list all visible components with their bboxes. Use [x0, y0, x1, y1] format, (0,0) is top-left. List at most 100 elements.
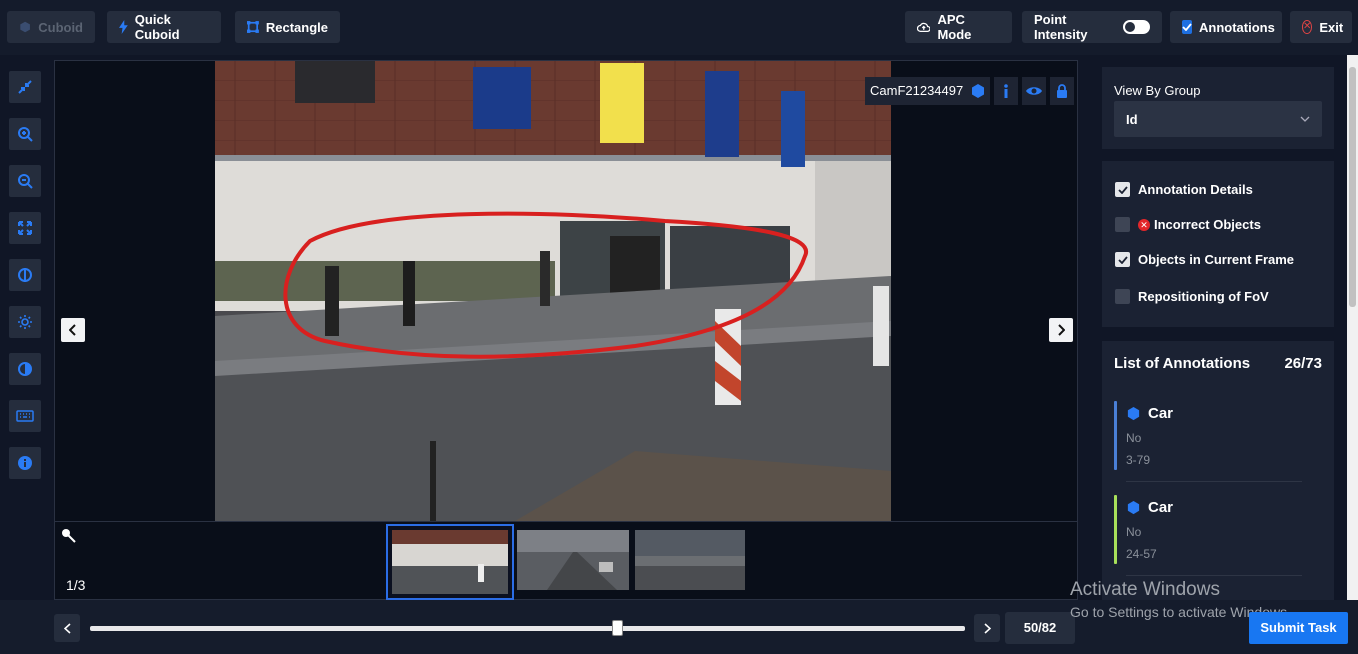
- info-button[interactable]: [9, 447, 41, 479]
- filter-panel: Annotation Details ✕ Incorrect Objects O…: [1102, 161, 1334, 327]
- annotations-toggle-button[interactable]: Annotations: [1170, 11, 1282, 43]
- point-intensity-label: Point Intensity: [1034, 12, 1088, 42]
- left-toolbar: [9, 71, 41, 494]
- apc-mode-label: APC Mode: [937, 12, 972, 42]
- contrast-button[interactable]: [9, 353, 41, 385]
- annotation-item[interactable]: Car No 24-57: [1114, 495, 1302, 579]
- street-scene: [215, 61, 891, 521]
- submit-task-button[interactable]: Submit Task: [1249, 612, 1348, 644]
- camera-cuboid-button[interactable]: [966, 77, 990, 105]
- zoom-in-button[interactable]: [9, 118, 41, 150]
- previous-image-button[interactable]: [61, 318, 85, 342]
- zoom-out-button[interactable]: [9, 165, 41, 197]
- lightning-icon: [119, 19, 128, 35]
- rectangle-button[interactable]: Rectangle: [235, 11, 340, 43]
- divider: [1126, 481, 1302, 482]
- cube-icon: [972, 84, 984, 98]
- cube-icon: [20, 21, 30, 33]
- camera-image[interactable]: [215, 61, 891, 521]
- filter-checkbox[interactable]: [1115, 182, 1130, 197]
- close-circle-icon: ✕: [1302, 20, 1313, 34]
- lock-icon: [1057, 84, 1067, 98]
- chevron-right-icon: [983, 622, 991, 634]
- annotations-list-title: List of Annotations: [1114, 355, 1251, 372]
- thumbnail-strip: 1/3: [55, 521, 1077, 600]
- cuboid-button[interactable]: Cuboid: [7, 11, 95, 43]
- brightness-icon: [18, 315, 32, 329]
- annotation-frame-range: 24-57: [1126, 547, 1157, 561]
- rectangle-icon: [247, 21, 259, 33]
- apc-mode-button[interactable]: APC Mode: [905, 11, 1012, 43]
- keyboard-shortcuts-button[interactable]: [9, 400, 41, 432]
- timeline-slider-handle[interactable]: [612, 620, 623, 636]
- filter-objects-current-frame[interactable]: Objects in Current Frame: [1115, 252, 1294, 267]
- contrast-icon: [18, 362, 32, 376]
- cube-icon: [1127, 406, 1140, 421]
- camera-info-button[interactable]: [994, 77, 1018, 105]
- cloud-upload-icon: [917, 22, 931, 32]
- annotations-list-panel: List of Annotations 26/73 Car No 3-79 Ca…: [1102, 341, 1334, 600]
- checkmark-icon: [1117, 255, 1128, 264]
- page-scrollbar[interactable]: [1347, 55, 1358, 600]
- annotation-title: Car: [1126, 405, 1173, 422]
- next-frame-button[interactable]: [974, 614, 1000, 642]
- camera-lock-button[interactable]: [1050, 77, 1074, 105]
- annotation-detail: No: [1126, 431, 1142, 445]
- point-intensity-control[interactable]: Point Intensity: [1022, 11, 1162, 43]
- group-select[interactable]: Id: [1114, 101, 1322, 137]
- annotations-count: 26/73: [1284, 355, 1322, 372]
- view-by-group-panel: View By Group Id: [1102, 67, 1334, 149]
- thumbnail-camera-2[interactable]: [517, 530, 629, 590]
- annotation-title: Car: [1126, 499, 1173, 516]
- annotation-label: Car: [1148, 499, 1174, 516]
- scrollbar-thumb[interactable]: [1349, 67, 1356, 307]
- cube-icon: [1127, 500, 1140, 515]
- timeline-slider[interactable]: [90, 626, 965, 631]
- annotation-detail: No: [1126, 525, 1142, 539]
- filter-checkbox[interactable]: [1115, 289, 1130, 304]
- windows-watermark-title: Activate Windows: [1070, 579, 1220, 600]
- annotation-item[interactable]: Car No 3-79: [1114, 401, 1302, 485]
- checkmark-icon: [1182, 23, 1192, 31]
- pin-icon: [62, 529, 76, 543]
- exit-label: Exit: [1319, 19, 1344, 35]
- mirror-view-button[interactable]: [9, 259, 41, 291]
- collapse-tool-button[interactable]: [9, 71, 41, 103]
- filter-incorrect-objects[interactable]: ✕ Incorrect Objects: [1115, 217, 1261, 232]
- filter-checkbox[interactable]: [1115, 252, 1130, 267]
- thumbnail-camera-3[interactable]: [635, 530, 745, 590]
- point-intensity-toggle[interactable]: [1123, 20, 1150, 34]
- annotation-color-bar: [1114, 401, 1117, 470]
- brightness-button[interactable]: [9, 306, 41, 338]
- frame-counter: 50/82: [1005, 612, 1075, 644]
- filter-label: Objects in Current Frame: [1138, 252, 1295, 267]
- page-indicator: 1/3: [66, 577, 86, 593]
- annotations-checkbox[interactable]: [1182, 20, 1192, 34]
- quick-cuboid-label: Quick Cuboid: [134, 12, 180, 42]
- annotations-label: Annotations: [1199, 19, 1275, 35]
- filter-annotation-details[interactable]: Annotation Details: [1115, 182, 1253, 197]
- next-image-button[interactable]: [1049, 318, 1073, 342]
- view-by-group-label: View By Group: [1114, 83, 1201, 98]
- eye-icon: [1026, 87, 1042, 95]
- fit-view-button[interactable]: [9, 212, 41, 244]
- annotation-frame-range: 3-79: [1126, 453, 1151, 467]
- top-toolbar: Cuboid Quick Cuboid Rectangle APC Mode P…: [0, 0, 1358, 55]
- camera-visibility-button[interactable]: [1022, 77, 1046, 105]
- filter-label: Incorrect Objects: [1154, 217, 1261, 232]
- filter-checkbox[interactable]: [1115, 217, 1130, 232]
- exit-button[interactable]: ✕ Exit: [1290, 11, 1352, 43]
- info-icon: [18, 456, 32, 470]
- thumbnail-camera-1[interactable]: [386, 524, 514, 600]
- checkmark-icon: [1117, 185, 1128, 194]
- annotation-label: Car: [1148, 405, 1174, 422]
- filter-repositioning-fov[interactable]: Repositioning of FoV: [1115, 289, 1269, 304]
- previous-frame-button[interactable]: [54, 614, 80, 642]
- arrows-collapse-icon: [18, 80, 32, 94]
- info-icon: [1004, 84, 1008, 98]
- cuboid-label: Cuboid: [38, 19, 83, 35]
- camera-name-label: CamF21234497: [865, 77, 969, 105]
- quick-cuboid-button[interactable]: Quick Cuboid: [107, 11, 221, 43]
- filter-label: Annotation Details: [1138, 182, 1253, 197]
- image-viewer: CamF21234497 1/3: [54, 60, 1078, 600]
